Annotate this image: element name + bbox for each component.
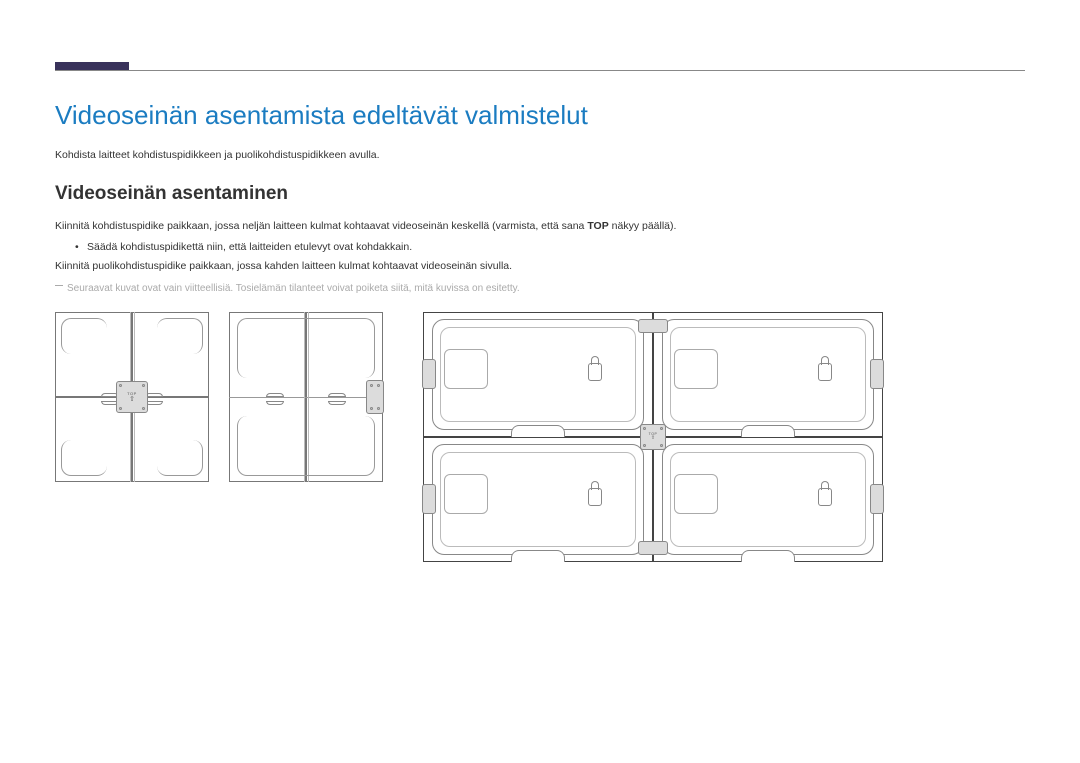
small-figures-group: TOP ⇧ [55, 312, 383, 482]
alignment-bracket-icon: TOP ⇧ [116, 381, 148, 413]
display-panel-rear [423, 437, 653, 562]
header-rule [55, 70, 1025, 71]
note-paragraph: Seuraavat kuvat ovat vain viitteellisiä.… [67, 283, 1025, 294]
half-alignment-bracket-icon [638, 319, 668, 333]
half-alignment-bracket-icon [366, 380, 384, 414]
page-title: Videoseinän asentamista edeltävät valmis… [55, 100, 1025, 131]
panel-stand-notch-icon [741, 550, 795, 562]
lock-icon [588, 363, 602, 381]
half-alignment-bracket-icon [638, 541, 668, 555]
bracket-screws-icon [643, 427, 663, 447]
section-title: Videoseinän asentaminen [55, 183, 1025, 205]
panel-inner-outline [237, 318, 375, 378]
lock-icon [588, 488, 602, 506]
display-panel-rear [653, 312, 883, 437]
para1-suffix: näkyy päällä). [609, 220, 677, 232]
panel-component-icon [674, 349, 718, 389]
half-alignment-bracket-icon [422, 484, 436, 514]
display-panel-rear [653, 437, 883, 562]
panel-inner-outline [157, 440, 203, 476]
top-keyword: TOP [587, 220, 608, 232]
notch-icon [328, 401, 346, 405]
header-accent-bar [55, 62, 129, 70]
notch-icon [328, 393, 346, 397]
display-panel-rear [423, 312, 653, 437]
panel-component-icon [444, 349, 488, 389]
lock-icon [818, 488, 832, 506]
figure-half-alignment-bracket-edge [229, 312, 383, 482]
bracket-screws-icon [119, 384, 145, 410]
instruction-paragraph-2: Kiinnitä puolikohdistuspidike paikkaan, … [55, 259, 1025, 275]
para1-prefix: Kiinnitä kohdistuspidike paikkaan, jossa… [55, 220, 587, 232]
alignment-bracket-icon: TOP ⇧ [640, 424, 666, 450]
figure-alignment-bracket-center: TOP ⇧ [55, 312, 209, 482]
lead-paragraph: Kohdista laitteet kohdistuspidikkeen ja … [55, 149, 1025, 161]
panel-component-icon [674, 474, 718, 514]
bullet-item-1: Säädä kohdistuspidikettä niin, että lait… [75, 241, 1025, 253]
page-content: Videoseinän asentamista edeltävät valmis… [55, 100, 1025, 562]
figures-row: TOP ⇧ [55, 312, 1025, 562]
panel-stand-notch-icon [511, 425, 565, 437]
half-alignment-bracket-icon [870, 484, 884, 514]
panel-inner-outline [157, 318, 203, 354]
half-alignment-bracket-icon [870, 359, 884, 389]
instruction-bullet-list: Säädä kohdistuspidikettä niin, että lait… [75, 241, 1025, 253]
figure-video-wall-rear-view: TOP ⇧ [423, 312, 883, 562]
lock-icon [818, 363, 832, 381]
panel-inner-outline [237, 416, 375, 476]
panel-stand-notch-icon [511, 550, 565, 562]
panel-inner-outline [61, 318, 107, 354]
seam-line [229, 397, 383, 398]
instruction-paragraph-1: Kiinnitä kohdistuspidike paikkaan, jossa… [55, 219, 1025, 235]
notch-icon [266, 393, 284, 397]
panel-stand-notch-icon [741, 425, 795, 437]
notch-icon [266, 401, 284, 405]
panel-inner-outline [61, 440, 107, 476]
panel-component-icon [444, 474, 488, 514]
half-alignment-bracket-icon [422, 359, 436, 389]
